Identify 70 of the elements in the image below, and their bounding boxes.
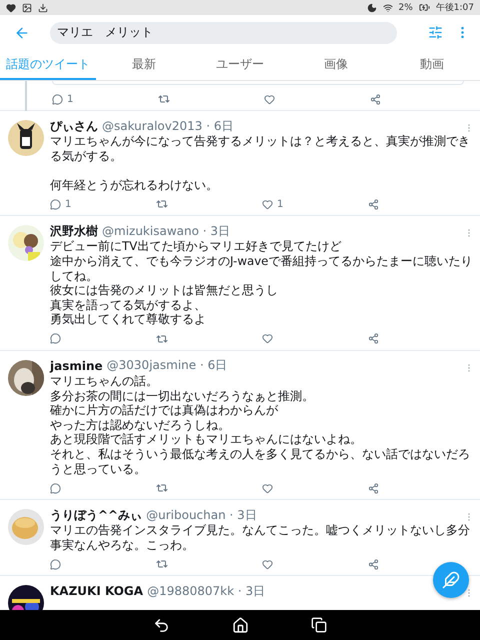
- author-name: jasmine: [50, 358, 103, 373]
- tweet-text: 何年経とうが忘れるわけない。: [50, 178, 219, 192]
- tweet-text: やった方は認めないだろうしね。: [50, 418, 231, 432]
- user-handle: @uribouchan · 3日: [146, 506, 257, 524]
- reply-count: 1: [67, 94, 74, 104]
- tweet-text: 途中から消えて、でも今ラジオのJ-waveで番組持ってるからたまーに聴いたり: [50, 254, 474, 269]
- user-handle: @mizukisawano · 3日: [102, 222, 230, 240]
- reply-icon[interactable]: [50, 333, 61, 344]
- moon-icon: [366, 2, 376, 12]
- tweet-text: る気がする。: [50, 148, 123, 164]
- tweet-text: 彼女には告発のメリットは皆無だと思うし: [50, 283, 279, 298]
- reply-icon[interactable]: [50, 198, 61, 210]
- tweet-text: 多分お茶の間には一切出ないだろうなぁと推測。: [50, 388, 315, 404]
- author-name: 沢野水樹: [50, 222, 98, 240]
- heart-icon: [6, 2, 16, 12]
- tweet-text: マリエの告発インスタライブ見た。なんてこった。嘘つくメリットないし多分: [50, 523, 471, 538]
- like-icon[interactable]: [262, 482, 273, 494]
- like-icon[interactable]: [264, 94, 275, 104]
- battery-icon: [418, 2, 430, 13]
- filter-icon[interactable]: [428, 25, 443, 40]
- tweet-text: マリエちゃんが今になって告発するメリットは？と考えると、真実が推測でき: [50, 134, 471, 149]
- tweet-text: 勇気出してくれて尊敬するよ: [50, 312, 207, 327]
- tab[interactable]: 画像: [288, 50, 384, 80]
- tab[interactable]: 最新: [96, 50, 192, 80]
- user-handle: @19880807kk · 3日: [147, 582, 266, 600]
- wifi-icon: [382, 2, 392, 12]
- share-icon[interactable]: [368, 558, 379, 570]
- share-icon[interactable]: [370, 94, 381, 104]
- retweet-icon[interactable]: [158, 93, 170, 105]
- download-icon: [38, 2, 48, 12]
- tab[interactable]: ユーザー: [192, 50, 288, 80]
- tweet-text: 事実なんやろな。こっわ。: [50, 538, 195, 552]
- retweet-icon[interactable]: [156, 482, 168, 494]
- tweet-text: あと現段階で話すメリットもマリエちゃんにはないよね。: [50, 432, 363, 447]
- reply-icon[interactable]: [50, 482, 61, 494]
- like-icon[interactable]: [262, 558, 273, 570]
- image-icon: [22, 2, 32, 12]
- author-name: ぴぃさん: [50, 118, 98, 134]
- tweet-text: してね。: [50, 268, 99, 284]
- user-handle: @sakuralov2013 · 6日: [102, 118, 234, 134]
- retweet-icon[interactable]: [156, 198, 168, 210]
- tweet-text: 真実を語ってる気がするよ、: [50, 298, 207, 312]
- reply-icon[interactable]: [50, 558, 61, 570]
- retweet-icon[interactable]: [156, 332, 168, 345]
- like-icon[interactable]: [262, 198, 273, 210]
- author-name: うりぼう^^みぃ: [50, 506, 142, 524]
- search-field[interactable]: マリエ メリット: [50, 22, 397, 44]
- tweet-text: マリエちゃんの話。: [50, 374, 159, 389]
- like-icon[interactable]: [262, 333, 273, 344]
- back-icon[interactable]: [153, 616, 170, 634]
- author-name: KAZUKI KOGA: [50, 584, 144, 598]
- home-icon[interactable]: [232, 616, 249, 634]
- share-icon[interactable]: [368, 482, 379, 494]
- tweet-text: デビュー前にTV出てた頃からマリエ好きで見てたけど: [50, 239, 342, 254]
- share-icon[interactable]: [368, 333, 379, 344]
- reply-icon[interactable]: [52, 94, 63, 104]
- tweet-text: うと思っている。: [50, 462, 147, 476]
- user-handle: @3030jasmine · 6日: [106, 357, 228, 374]
- tab[interactable]: 動画: [384, 50, 480, 80]
- compose-button[interactable]: [433, 562, 469, 598]
- retweet-icon[interactable]: [156, 558, 168, 570]
- tweet-text: 確かに片方の話だけでは真偽はわからんが: [50, 403, 279, 418]
- reply-count: 1: [65, 198, 72, 210]
- tweet-text: それと、私はそういう最低な考えの人を多く見てるから、ない話ではないだろ: [50, 446, 471, 462]
- share-icon[interactable]: [368, 198, 379, 210]
- recent-apps-icon[interactable]: [311, 617, 327, 633]
- like-count: 1: [277, 198, 284, 210]
- battery-percent: 2%: [398, 2, 413, 12]
- feather-icon: [442, 571, 460, 589]
- clock: 午後1:07: [436, 2, 474, 14]
